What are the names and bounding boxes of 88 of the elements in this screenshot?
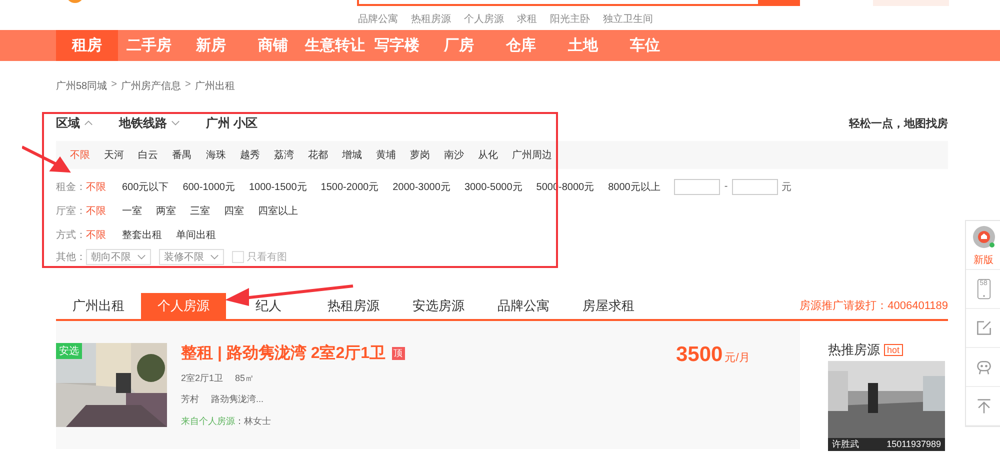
range-dash: - xyxy=(724,181,728,192)
filter-option[interactable]: 不限 xyxy=(86,180,106,194)
filter-option[interactable]: 四室以上 xyxy=(258,204,298,218)
filter-option[interactable]: 不限 xyxy=(86,228,106,242)
agent-name: 许胜武 xyxy=(832,438,859,451)
promo-text: 房源推广请拨打：4006401189 xyxy=(800,298,948,314)
filter-option[interactable]: 600元以下 xyxy=(122,180,169,194)
min-price-field[interactable] xyxy=(674,178,720,194)
chevron-icon xyxy=(84,120,93,126)
listing-tab[interactable]: 广州出租 xyxy=(56,293,141,319)
hot-search-link[interactable]: 阳光主卧 xyxy=(550,12,590,26)
hot-search-link[interactable]: 求租 xyxy=(517,12,537,26)
checkbox[interactable] xyxy=(232,251,244,263)
annotation-arrow xyxy=(22,145,72,175)
area-option[interactable]: 花都 xyxy=(308,148,328,162)
area-option[interactable]: 番禺 xyxy=(172,148,192,162)
filter-option[interactable]: 1500-2000元 xyxy=(320,180,379,194)
filter-tab[interactable]: 广州 小区 xyxy=(206,114,258,132)
map-search-link[interactable]: 轻松一点，地图找房 xyxy=(849,116,948,130)
back-to-top-icon[interactable] xyxy=(974,397,992,415)
filter-option[interactable]: 1000-1500元 xyxy=(248,180,307,194)
price: 3500 xyxy=(676,343,723,367)
area-option[interactable]: 天河 xyxy=(104,148,124,162)
breadcrumb-separator: > xyxy=(184,79,191,92)
area-option[interactable]: 白云 xyxy=(138,148,158,162)
agent-phone: 15011937989 xyxy=(886,438,941,451)
section-title: 热推房源 xyxy=(828,341,880,359)
hot-search-link[interactable]: 品牌公寓 xyxy=(358,12,398,26)
breadcrumb-link[interactable]: 广州出租 xyxy=(194,79,235,93)
hot-search-link[interactable]: 热租房源 xyxy=(411,12,451,26)
filter-option[interactable]: 三室 xyxy=(190,204,210,218)
filter-label: 厅室： xyxy=(56,204,86,218)
filter-option[interactable]: 整套出租 xyxy=(122,228,162,242)
filter-label: 方式： xyxy=(56,228,86,242)
filter-option[interactable]: 两室 xyxy=(156,204,176,218)
dropdown-select[interactable]: 朝向不限 xyxy=(86,249,151,265)
hot-search-link[interactable]: 独立卫生间 xyxy=(603,12,653,26)
filter-option[interactable]: 600-1000元 xyxy=(182,180,235,194)
filter-option[interactable]: 单间出租 xyxy=(176,228,216,242)
filter-option[interactable]: 8000元以上 xyxy=(608,180,660,194)
area-option[interactable]: 增城 xyxy=(342,148,362,162)
max-price-field[interactable] xyxy=(732,178,778,194)
filter-label: 租金： xyxy=(56,180,86,194)
breadcrumb-link[interactable]: 广州房产信息 xyxy=(120,79,181,93)
area-option[interactable]: 越秀 xyxy=(240,148,260,162)
chevron-icon xyxy=(171,120,180,126)
area-option[interactable]: 海珠 xyxy=(206,148,226,162)
filter-option[interactable]: 不限 xyxy=(86,204,106,218)
hot-badge: hot xyxy=(884,344,903,356)
breadcrumb-link[interactable]: 广州58同城 xyxy=(56,79,108,93)
source-label: 来自个人房源 xyxy=(181,416,235,426)
chevron-icon xyxy=(210,254,219,260)
filter-option[interactable]: 2000-3000元 xyxy=(392,180,450,194)
area-option[interactable]: 荔湾 xyxy=(274,148,294,162)
filter-label: 其他： xyxy=(56,250,86,264)
chevron-icon xyxy=(137,254,146,260)
filter-dropdown[interactable]: 区域 xyxy=(56,114,93,132)
area-option[interactable]: 从化 xyxy=(478,148,498,162)
qr-code-icon[interactable] xyxy=(972,225,996,249)
filter-dropdown[interactable]: 地铁线路 xyxy=(119,114,180,132)
unit-label: 元 xyxy=(782,180,792,194)
checkbox-label: 只看有图 xyxy=(247,250,287,264)
area-option[interactable]: 广州周边 xyxy=(512,148,552,162)
listing-detail: 85㎡ xyxy=(235,372,254,385)
listing-tab[interactable]: 房屋求租 xyxy=(566,293,651,319)
location-link[interactable]: 芳村 xyxy=(181,393,199,406)
badge: 安选 xyxy=(56,343,82,359)
robot-icon[interactable] xyxy=(974,358,992,376)
area-option[interactable]: 南沙 xyxy=(444,148,464,162)
filter-option[interactable]: 一室 xyxy=(122,204,142,218)
listing-tab[interactable]: 安选房源 xyxy=(396,293,481,319)
filter-option[interactable]: 3000-5000元 xyxy=(464,180,522,194)
dropdown-select[interactable]: 装修不限 xyxy=(159,249,224,265)
listing-tab[interactable]: 纪人 xyxy=(226,293,311,319)
filter-option[interactable]: 四室 xyxy=(224,204,244,218)
listing-detail: 2室2厅1卫 xyxy=(181,372,224,385)
breadcrumb-separator: > xyxy=(111,79,117,92)
listing-tab[interactable]: 热租房源 xyxy=(311,293,396,319)
location-link[interactable]: 路劲隽泷湾... xyxy=(211,393,264,406)
top-badge: 顶 xyxy=(392,347,405,360)
listing-tab[interactable]: 品牌公寓 xyxy=(481,293,566,319)
edit-icon[interactable] xyxy=(974,319,992,337)
area-option[interactable]: 黄埔 xyxy=(376,148,396,162)
area-option[interactable]: 萝岗 xyxy=(410,148,430,162)
hot-search-link[interactable]: 个人房源 xyxy=(464,12,504,26)
price-unit: 元/月 xyxy=(724,351,750,365)
phone-icon[interactable] xyxy=(976,278,990,300)
contact-name: ：林女士 xyxy=(235,416,271,426)
